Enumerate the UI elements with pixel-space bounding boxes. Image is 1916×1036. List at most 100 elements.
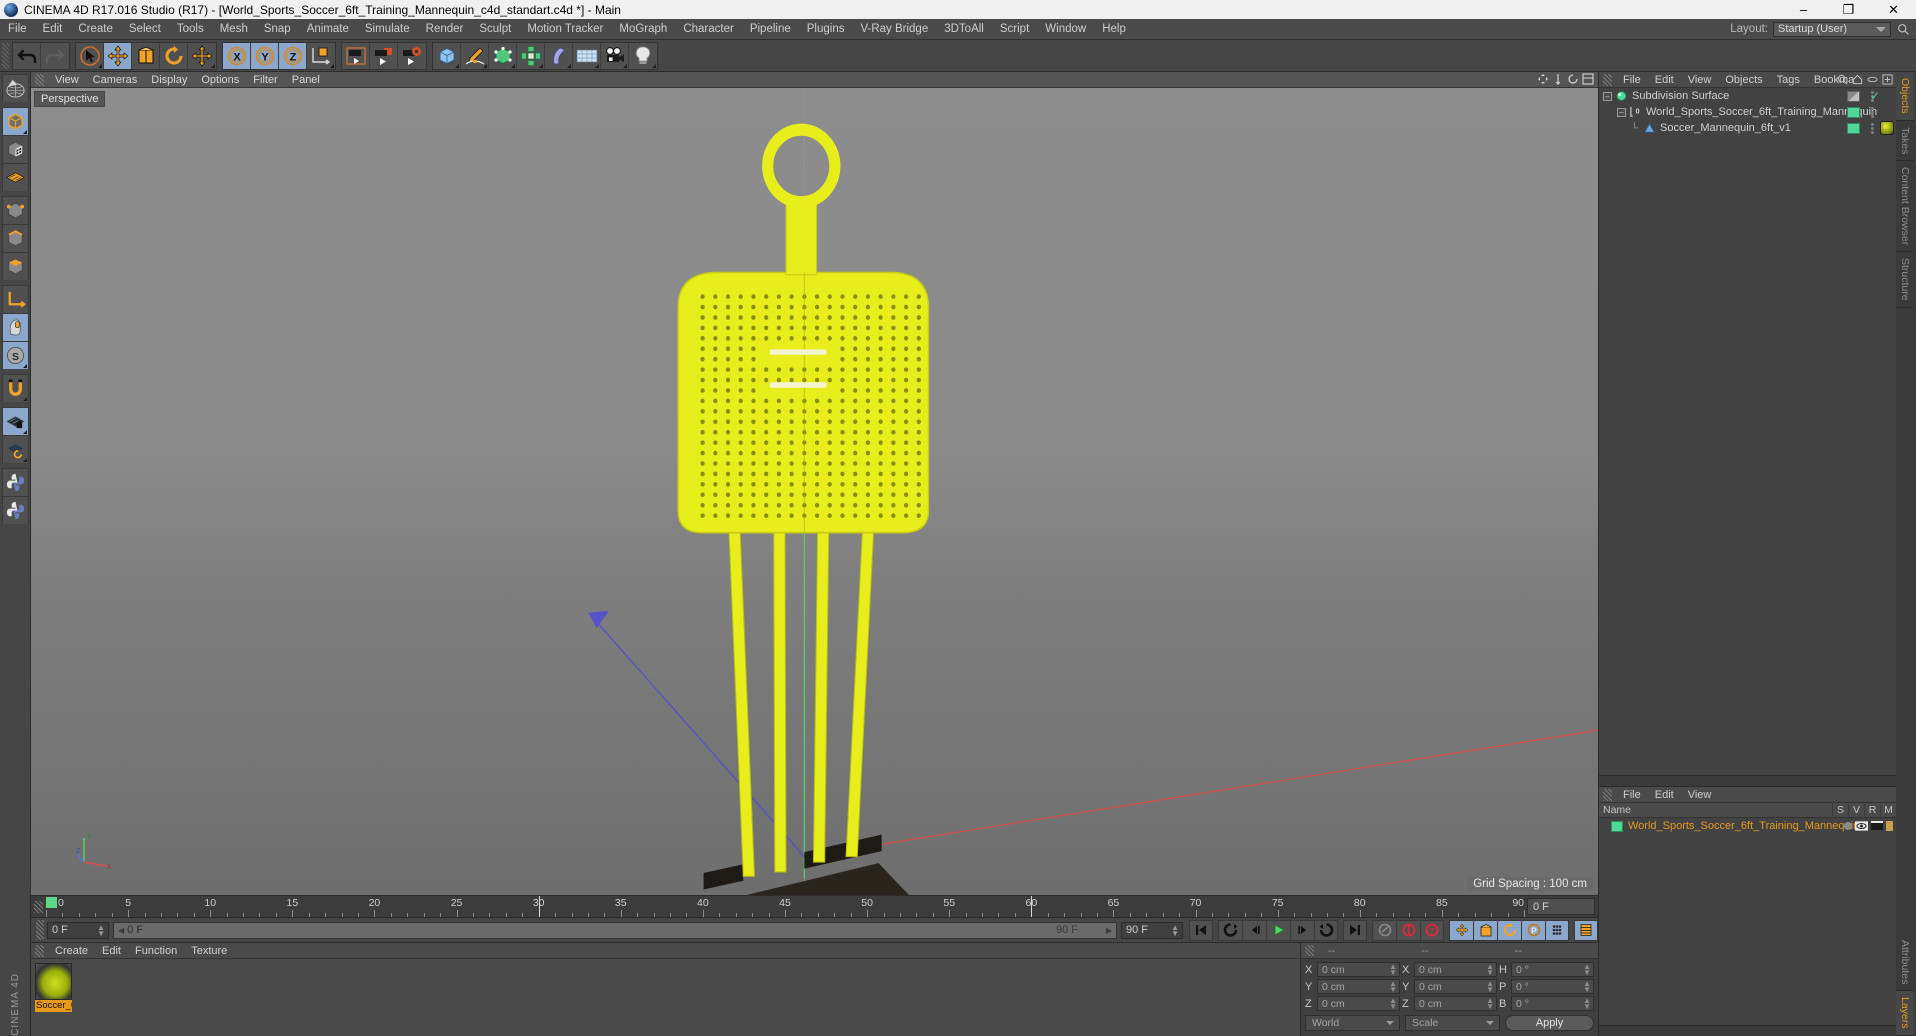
- object-manager-scrollbar[interactable]: [1599, 775, 1896, 786]
- timeline-ruler[interactable]: 051015202530354045505560657075808590: [46, 896, 1525, 917]
- object-enabled-check-icon[interactable]: ✓: [1870, 89, 1880, 103]
- spinner-icon[interactable]: ▲ ▼: [1583, 980, 1591, 994]
- spinner-icon[interactable]: ▲ ▼: [1583, 963, 1591, 977]
- light-icon[interactable]: [629, 43, 657, 69]
- object-row[interactable]: – 0 World_Sports_Soccer_6ft_Training_Manne…: [1599, 104, 1896, 120]
- spinner-icon[interactable]: ▲ ▼: [1389, 980, 1397, 994]
- layer-solo-dot-icon[interactable]: [1844, 822, 1852, 830]
- range-left-arrow-icon[interactable]: ◀: [118, 926, 124, 935]
- menu-3dtoall[interactable]: 3DToAll: [936, 19, 992, 40]
- viewport-menu-options[interactable]: Options: [194, 72, 246, 88]
- menu-plugins[interactable]: Plugins: [799, 19, 853, 40]
- menu-motion-tracker[interactable]: Motion Tracker: [519, 19, 611, 40]
- coord-field-size-x[interactable]: 0 cm ▲ ▼: [1414, 962, 1497, 977]
- previous-keyframe-button[interactable]: [1218, 919, 1242, 941]
- current-frame-field[interactable]: 0 F ▲ ▼: [47, 921, 109, 939]
- record-keyframe-button[interactable]: [1372, 919, 1396, 941]
- search-icon-om[interactable]: [1837, 74, 1848, 85]
- menu-window[interactable]: Window: [1037, 19, 1094, 40]
- autokeying-button[interactable]: [1396, 919, 1420, 941]
- material-tag-icon[interactable]: [1880, 121, 1894, 135]
- live-selection-icon[interactable]: [76, 42, 104, 69]
- menu-v-ray-bridge[interactable]: V-Ray Bridge: [852, 19, 936, 40]
- viewport-menu-view[interactable]: View: [48, 72, 86, 88]
- spinner-icon[interactable]: ▲ ▼: [1389, 997, 1397, 1011]
- polygon-face-mode-icon[interactable]: [1, 252, 29, 280]
- apply-button[interactable]: Apply: [1505, 1015, 1594, 1031]
- magnet-icon[interactable]: [1, 374, 29, 402]
- close-button[interactable]: ✕: [1871, 0, 1916, 19]
- texture-axis-icon[interactable]: [1, 74, 29, 102]
- layer-list[interactable]: World_Sports_Soccer_6ft_Training_Mannequ…: [1599, 818, 1896, 1025]
- python-icon-1[interactable]: [1, 468, 29, 496]
- menu-simulate[interactable]: Simulate: [357, 19, 418, 40]
- world-coordinate-icon[interactable]: [307, 43, 335, 69]
- viewport-solo-icon[interactable]: S: [1, 341, 29, 369]
- expand-collapse-icon[interactable]: –: [1603, 91, 1612, 101]
- layer-row[interactable]: World_Sports_Soccer_6ft_Training_Mannequ…: [1599, 818, 1896, 834]
- object-visibility-swatch[interactable]: [1847, 122, 1860, 134]
- world-axis-icon[interactable]: [1, 313, 29, 341]
- menu-pipeline[interactable]: Pipeline: [742, 19, 799, 40]
- spinner-icon[interactable]: ▲ ▼: [1486, 980, 1494, 994]
- material-swatch-area[interactable]: Soccer_6: [31, 959, 1300, 1036]
- material-manager-grip[interactable]: [35, 944, 44, 957]
- viewport-scale-icon[interactable]: [1552, 73, 1564, 85]
- next-frame-button[interactable]: [1290, 919, 1314, 941]
- side-tab-structure[interactable]: Structure: [1896, 252, 1914, 308]
- eye-icon[interactable]: [1867, 74, 1878, 85]
- layer-manager-menu-file[interactable]: File: [1616, 787, 1648, 803]
- menu-snap[interactable]: Snap: [256, 19, 299, 40]
- axis-x-icon[interactable]: X: [223, 42, 251, 69]
- polygon-mode-icon[interactable]: [1, 163, 29, 191]
- material-manager-menu-create[interactable]: Create: [48, 943, 95, 959]
- timeline-toggle-button[interactable]: [1574, 919, 1598, 941]
- render-view-icon[interactable]: [342, 42, 370, 69]
- timeline-grip[interactable]: [34, 901, 43, 913]
- object-visibility-swatch[interactable]: [1847, 106, 1860, 118]
- redo-icon[interactable]: [41, 43, 69, 69]
- material-manager-menu-function[interactable]: Function: [128, 943, 184, 959]
- rotate-tool-icon[interactable]: [160, 42, 188, 69]
- floor-environment-icon[interactable]: [573, 42, 601, 69]
- edge-mode-icon[interactable]: [1, 224, 29, 252]
- coord-field-rotation-p[interactable]: 0 ° ▲ ▼: [1511, 979, 1594, 994]
- viewport-move-icon[interactable]: [1537, 73, 1549, 85]
- spinner-icon[interactable]: ▲ ▼: [1583, 997, 1591, 1011]
- coord-field-size-y[interactable]: 0 cm ▲ ▼: [1414, 979, 1497, 994]
- previous-frame-button[interactable]: [1242, 919, 1266, 941]
- layout-select[interactable]: Startup (User): [1773, 21, 1891, 37]
- next-keyframe-button[interactable]: [1314, 919, 1338, 941]
- side-tab-objects[interactable]: Objects: [1896, 72, 1914, 121]
- menu-character[interactable]: Character: [675, 19, 742, 40]
- coord-field-rotation-h[interactable]: 0 ° ▲ ▼: [1511, 962, 1594, 977]
- toolbar-grip[interactable]: [2, 42, 9, 69]
- keyframe-selection-button[interactable]: ?: [1420, 919, 1444, 941]
- plus-icon[interactable]: [1882, 74, 1893, 85]
- expand-collapse-icon[interactable]: –: [1617, 107, 1626, 117]
- menu-script[interactable]: Script: [992, 19, 1037, 40]
- timeline-playhead-marker[interactable]: [46, 897, 57, 908]
- menu-mesh[interactable]: Mesh: [212, 19, 256, 40]
- object-manager-menu-objects[interactable]: Objects: [1718, 72, 1769, 88]
- object-manager-grip[interactable]: [1603, 73, 1612, 86]
- bend-deformer-icon[interactable]: [545, 42, 573, 69]
- object-visibility-swatch[interactable]: [1847, 90, 1860, 102]
- perspective-viewport[interactable]: Perspective Grid Spacing : 100 cm WORLD …: [31, 88, 1598, 895]
- layer-manager-icon[interactable]: [1886, 821, 1893, 831]
- material-item[interactable]: Soccer_6: [35, 963, 72, 1012]
- array-icon[interactable]: [517, 42, 545, 69]
- viewport-maximize-icon[interactable]: [1582, 73, 1594, 85]
- animbar-grip[interactable]: [36, 920, 44, 940]
- object-manager-menu-edit[interactable]: Edit: [1648, 72, 1681, 88]
- parameter-key-button[interactable]: P: [1521, 919, 1545, 941]
- object-tree[interactable]: – Subdivision Surface ✓ –0 World_Sports_Socc…: [1599, 88, 1896, 775]
- side-tab-takes[interactable]: Takes: [1896, 120, 1914, 162]
- snap-lock-icon[interactable]: [1, 407, 29, 435]
- menu-file[interactable]: File: [0, 19, 35, 40]
- layer-manager-grip[interactable]: [1603, 788, 1612, 801]
- viewport-menu-filter[interactable]: Filter: [246, 72, 284, 88]
- viewport-grip[interactable]: [35, 73, 44, 86]
- maximize-button[interactable]: ❐: [1826, 0, 1871, 19]
- move-alt-icon[interactable]: [188, 43, 216, 69]
